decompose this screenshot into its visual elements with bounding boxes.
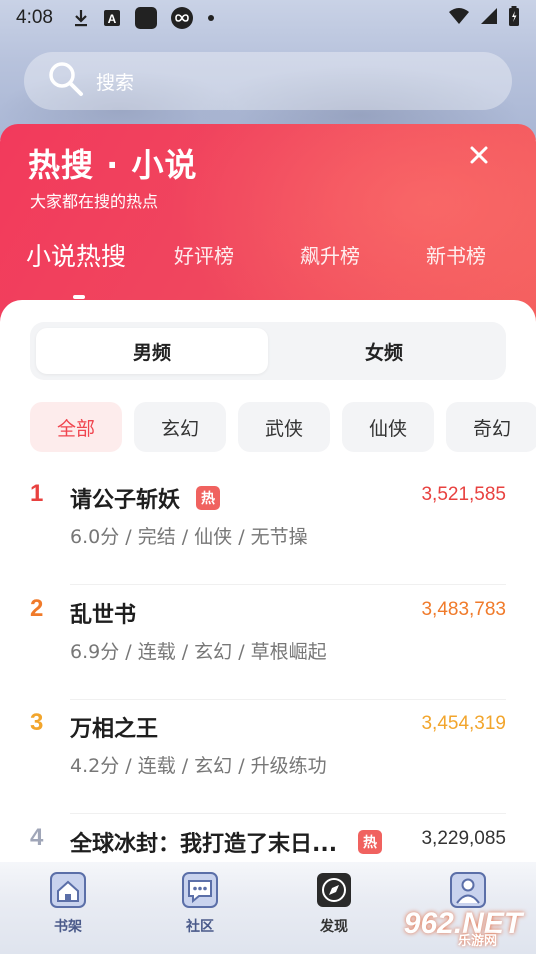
book-title: 乱世书: [70, 603, 137, 628]
close-button[interactable]: [462, 140, 496, 174]
app-square-icon: [134, 7, 157, 29]
chip-wuxia[interactable]: 武侠: [238, 402, 330, 452]
hot-badge: 热: [196, 486, 220, 510]
search-count: 3,521,585: [421, 484, 506, 505]
category-chips: 全部 玄幻 武侠 仙侠 奇幻: [30, 402, 536, 452]
search-input[interactable]: 搜索: [24, 52, 512, 110]
chip-qihuan[interactable]: 奇幻: [446, 402, 536, 452]
compass-icon: [314, 870, 354, 910]
close-icon: [469, 145, 489, 169]
active-tab-indicator: [73, 295, 85, 299]
nav-community[interactable]: 社区: [160, 870, 240, 950]
tab-female[interactable]: 女频: [268, 328, 500, 374]
book-title: 请公子斩妖: [70, 488, 181, 513]
nav-discover[interactable]: 发现: [294, 870, 374, 950]
chat-icon: [180, 870, 220, 910]
ranking-tabs: 小说热搜 好评榜 飙升榜 新书榜: [0, 240, 536, 300]
page-title: 热搜 · 小说: [28, 146, 198, 184]
list-item[interactable]: 2 乱世书 6.9分 / 连载 / 玄幻 / 草根崛起 3,483,783: [0, 585, 536, 700]
status-time: 4:08: [16, 7, 53, 28]
search-count: 3,229,085: [421, 828, 506, 849]
tab-rising[interactable]: 飙升榜: [300, 240, 360, 269]
search-icon: [46, 59, 86, 103]
list-item[interactable]: 1 请公子斩妖 热 6.0分 / 完结 / 仙侠 / 无节操 3,521,585: [0, 470, 536, 585]
search-count: 3,454,319: [421, 713, 506, 734]
rank-number: 3: [30, 709, 44, 736]
search-count: 3,483,783: [421, 599, 506, 620]
status-bar: 4:08 A: [0, 0, 536, 36]
book-title: 万相之王: [70, 717, 159, 742]
book-title: 全球冰封：我打造了末日...: [70, 832, 338, 857]
infinity-icon: [170, 7, 193, 29]
site-watermark: 962.NET 乐游网: [398, 900, 528, 949]
signal-icon: [480, 7, 498, 30]
tab-top-rated[interactable]: 好评榜: [174, 240, 234, 269]
battery-icon: [508, 5, 520, 31]
svg-text:A: A: [108, 12, 117, 26]
hot-badge: 热: [358, 830, 382, 854]
chip-xianxia[interactable]: 仙侠: [342, 402, 434, 452]
download-icon: [73, 8, 89, 28]
home-icon: [48, 870, 88, 910]
book-meta: 6.9分 / 连载 / 玄幻 / 草根崛起: [70, 641, 327, 663]
rank-number: 4: [30, 824, 44, 851]
nav-bookshelf[interactable]: 书架: [28, 870, 108, 950]
search-placeholder: 搜索: [96, 71, 135, 94]
list-item[interactable]: 3 万相之王 4.2分 / 连载 / 玄幻 / 升级练功 3,454,319: [0, 699, 536, 814]
nav-label-discover: 发现: [320, 919, 348, 935]
nav-label-bookshelf: 书架: [54, 919, 82, 935]
gender-switch: 男频 女频: [30, 322, 506, 380]
book-meta: 4.2分 / 连载 / 玄幻 / 升级练功: [70, 755, 327, 777]
wifi-icon: [448, 7, 470, 30]
book-meta: 6.0分 / 完结 / 仙侠 / 无节操: [70, 526, 308, 548]
chip-xuanhuan[interactable]: 玄幻: [134, 402, 226, 452]
tab-novel-hot[interactable]: 小说热搜: [26, 237, 126, 273]
chip-all[interactable]: 全部: [30, 402, 122, 452]
tab-new-books[interactable]: 新书榜: [426, 240, 486, 269]
page-subtitle: 大家都在搜的热点: [30, 192, 159, 211]
rank-number: 2: [30, 595, 44, 622]
watermark-sub: 乐游网: [458, 934, 498, 949]
dot-icon: [207, 14, 215, 22]
nav-label-community: 社区: [186, 919, 214, 935]
rank-number: 1: [30, 480, 44, 507]
notification-a-icon: A: [103, 9, 121, 27]
tab-male[interactable]: 男频: [36, 328, 268, 374]
